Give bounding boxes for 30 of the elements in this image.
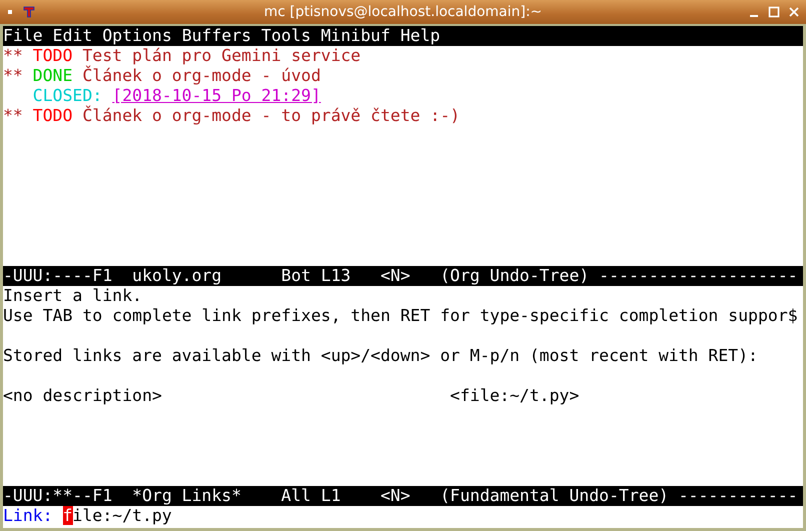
help-text: Stored links are available with <up>/<down> or M-p/n (most recent with RET):	[3, 346, 758, 366]
help-text: Insert a link.	[3, 286, 142, 306]
todo-keyword: TODO	[32, 46, 73, 66]
closed-label: CLOSED:	[32, 86, 102, 106]
heading-title: Článek o org-mode - to právě čtete :-)	[82, 106, 460, 126]
menu-item[interactable]: Buffers	[182, 26, 252, 46]
link-target: <file:~/t.py>	[450, 386, 580, 406]
menu-item[interactable]: Options	[102, 26, 172, 46]
menu-item[interactable]: Edit	[52, 26, 92, 46]
todo-keyword: DONE	[32, 66, 73, 86]
window-menu-icon[interactable]	[6, 8, 14, 16]
menu-item[interactable]: Tools	[261, 26, 311, 46]
timestamp-link[interactable]: [2018-10-15 Po 21:29]	[112, 86, 321, 106]
help-text: Use TAB to complete link prefixes, then RET for type-specific completion suppor$	[3, 306, 798, 326]
heading-bullet: **	[3, 106, 23, 126]
minibuffer-prompt: Link:	[3, 506, 53, 526]
terminal-app-icon	[22, 5, 36, 19]
menu-item[interactable]: Help	[400, 26, 440, 46]
menu-item[interactable]: File	[3, 26, 43, 46]
heading-bullet: **	[3, 46, 23, 66]
heading-title: Test plán pro Gemini service	[82, 46, 361, 66]
heading-title: Článek o org-mode - úvod	[82, 66, 321, 86]
link-description: <no description>	[3, 386, 163, 406]
menu-item[interactable]: Minibuf	[320, 26, 390, 46]
maximize-icon[interactable]	[768, 6, 780, 18]
window-title: mc [ptisnovs@localhost.localdomain]:~	[264, 4, 542, 20]
link-input-field[interactable]: file:~/t.py	[62, 506, 172, 526]
close-icon[interactable]	[788, 6, 800, 18]
todo-keyword: TODO	[32, 106, 73, 126]
heading-bullet: **	[3, 66, 23, 86]
